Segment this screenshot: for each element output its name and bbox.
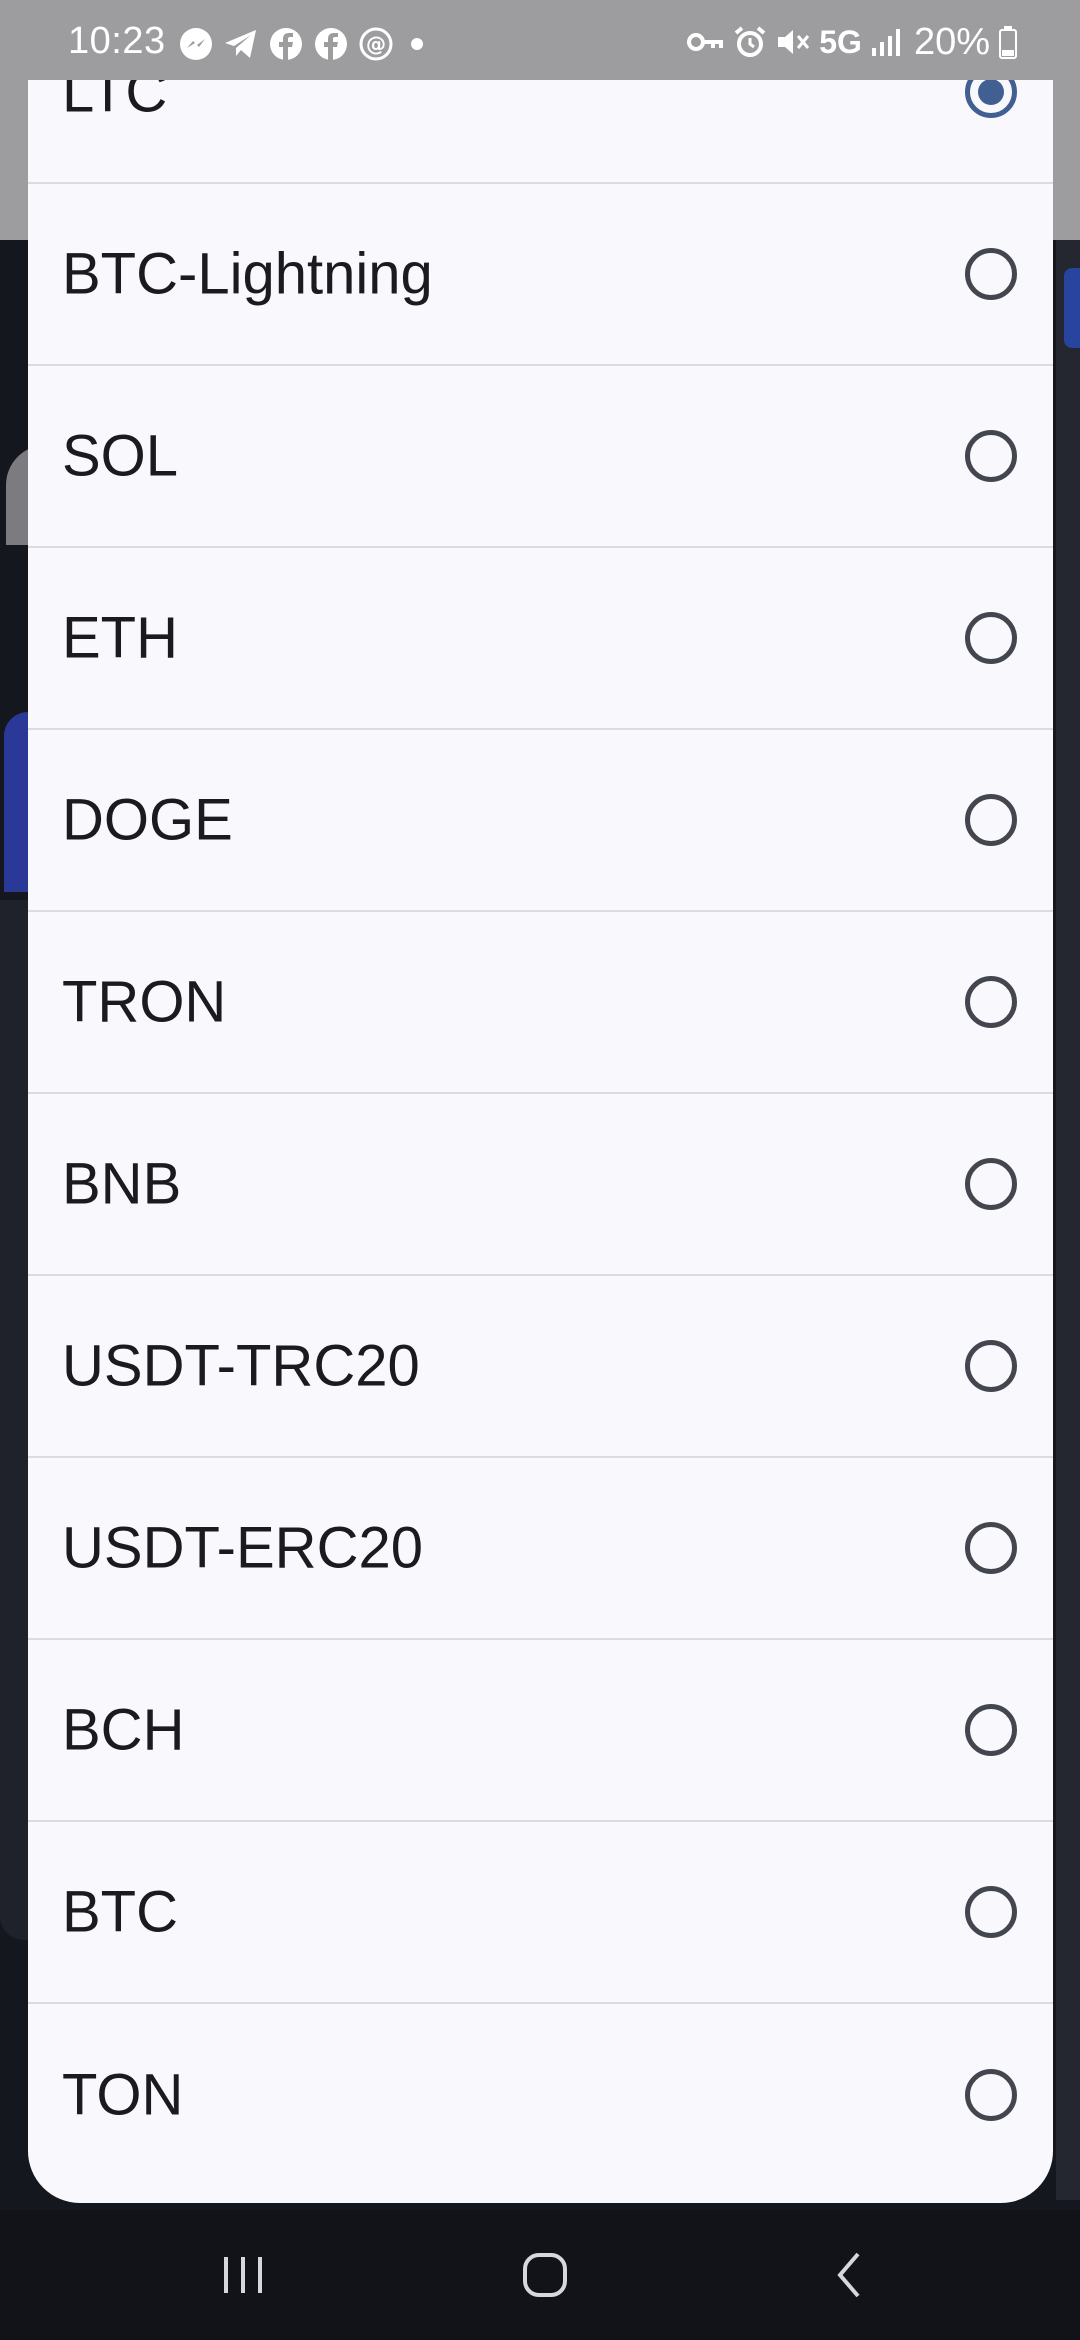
more-dot-icon	[411, 38, 423, 50]
vpn-key-icon	[687, 22, 725, 62]
option-label: BNB	[62, 1151, 182, 1217]
radio-button[interactable]	[965, 794, 1017, 846]
navigation-bar	[0, 2210, 1080, 2340]
option-label: USDT-TRC20	[62, 1333, 420, 1399]
system-icons: 5G 20%	[687, 20, 1018, 63]
background-card	[0, 900, 30, 1940]
radio-button[interactable]	[965, 248, 1017, 300]
mute-icon	[775, 22, 811, 62]
battery-percentage: 20%	[913, 20, 990, 63]
battery-icon	[998, 22, 1018, 62]
home-icon[interactable]	[510, 2240, 580, 2310]
radio-button-selected[interactable]	[965, 80, 1017, 118]
option-sol[interactable]: SOL	[28, 366, 1053, 548]
telegram-icon	[223, 26, 259, 62]
option-tron[interactable]: TRON	[28, 912, 1053, 1094]
option-bnb[interactable]: BNB	[28, 1094, 1053, 1276]
radio-button[interactable]	[965, 2069, 1017, 2121]
option-label: BTC-Lightning	[62, 241, 433, 307]
threads-icon: @	[358, 26, 394, 62]
radio-button[interactable]	[965, 1886, 1017, 1938]
option-label: SOL	[62, 423, 179, 489]
option-label: USDT-ERC20	[62, 1515, 423, 1581]
option-eth[interactable]: ETH	[28, 548, 1053, 730]
option-label: TON	[62, 2062, 184, 2128]
alarm-icon	[733, 22, 767, 62]
back-icon[interactable]	[815, 2240, 885, 2310]
option-label: TRON	[62, 969, 227, 1035]
coin-selection-dialog: LTC BTC-Lightning SOL ETH DOGE TRON BNB …	[28, 80, 1053, 2203]
radio-button[interactable]	[965, 430, 1017, 482]
status-bar: 10:23 @ 5G 20%	[0, 0, 1080, 86]
facebook-icon	[268, 26, 304, 62]
option-ton[interactable]: TON	[28, 2004, 1053, 2186]
radio-button[interactable]	[965, 976, 1017, 1028]
coin-option-list[interactable]: LTC BTC-Lightning SOL ETH DOGE TRON BNB …	[28, 80, 1053, 2186]
signal-icon	[870, 22, 904, 62]
radio-button[interactable]	[965, 1340, 1017, 1392]
background-button	[1064, 268, 1080, 348]
option-usdt-trc20[interactable]: USDT-TRC20	[28, 1276, 1053, 1458]
network-label: 5G	[819, 23, 862, 60]
option-ltc[interactable]: LTC	[28, 80, 1053, 184]
option-label: BTC	[62, 1879, 178, 1945]
svg-text:@: @	[366, 32, 386, 56]
notification-icons: @	[178, 26, 423, 62]
recent-apps-icon[interactable]	[208, 2240, 278, 2310]
option-bch[interactable]: BCH	[28, 1640, 1053, 1822]
radio-button[interactable]	[965, 612, 1017, 664]
option-label: DOGE	[62, 787, 233, 853]
option-label: LTC	[62, 80, 168, 125]
option-label: BCH	[62, 1697, 185, 1763]
status-time: 10:23	[68, 20, 166, 62]
radio-button[interactable]	[965, 1158, 1017, 1210]
radio-button[interactable]	[965, 1704, 1017, 1756]
background-panel	[1056, 240, 1080, 2200]
facebook-icon	[313, 26, 349, 62]
option-doge[interactable]: DOGE	[28, 730, 1053, 912]
option-btc[interactable]: BTC	[28, 1822, 1053, 2004]
option-btc-lightning[interactable]: BTC-Lightning	[28, 184, 1053, 366]
option-label: ETH	[62, 605, 178, 671]
screen: 10:23 @ 5G 20% LTC BTC-Lightning SOL ETH…	[0, 0, 1080, 2340]
messenger-icon	[178, 26, 214, 62]
radio-button[interactable]	[965, 1522, 1017, 1574]
option-usdt-erc20[interactable]: USDT-ERC20	[28, 1458, 1053, 1640]
